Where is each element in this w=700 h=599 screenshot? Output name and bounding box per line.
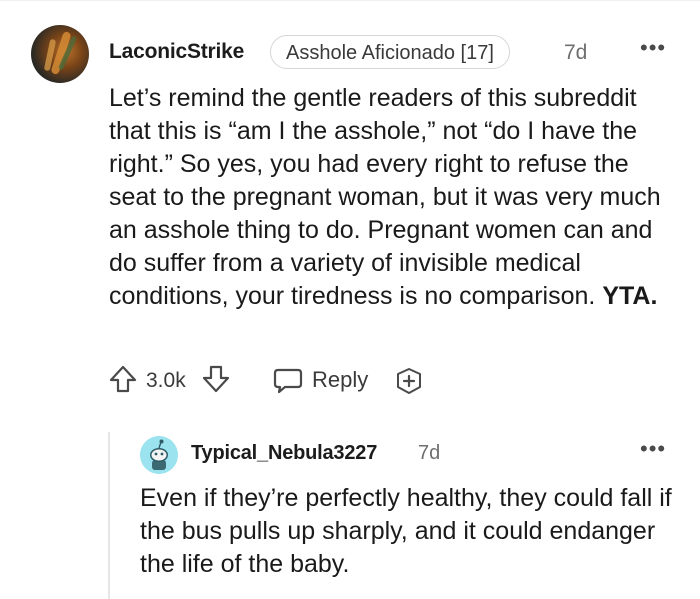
reply-avatar[interactable] (140, 436, 178, 474)
comment-body-text: Let’s remind the gentle readers of this … (109, 84, 661, 310)
reply-icon[interactable] (272, 365, 304, 395)
reply-timestamp: 7d (418, 442, 441, 464)
more-options-icon[interactable]: ••• (640, 35, 666, 61)
award-icon[interactable] (394, 366, 424, 396)
comment-username[interactable]: LaconicStrike (109, 40, 244, 64)
comment-verdict: YTA. (602, 282, 658, 310)
reply-body: Even if they’re perfectly healthy, they … (140, 484, 672, 578)
comment-timestamp: 7d (564, 41, 588, 64)
snoo-avatar-icon (140, 436, 178, 474)
avatar[interactable] (31, 25, 89, 83)
thread-line[interactable] (108, 432, 110, 599)
upvote-icon[interactable] (108, 364, 138, 394)
downvote-icon[interactable] (201, 364, 231, 394)
comment-body: Let’s remind the gentle readers of this … (109, 82, 679, 313)
top-divider (0, 0, 700, 1)
reply-button[interactable]: Reply (312, 367, 368, 393)
reply-username[interactable]: Typical_Nebula3227 (191, 442, 377, 465)
more-options-icon[interactable]: ••• (640, 436, 666, 462)
user-flair: Asshole Aficionado [17] (270, 35, 510, 69)
vote-score: 3.0k (146, 369, 186, 392)
